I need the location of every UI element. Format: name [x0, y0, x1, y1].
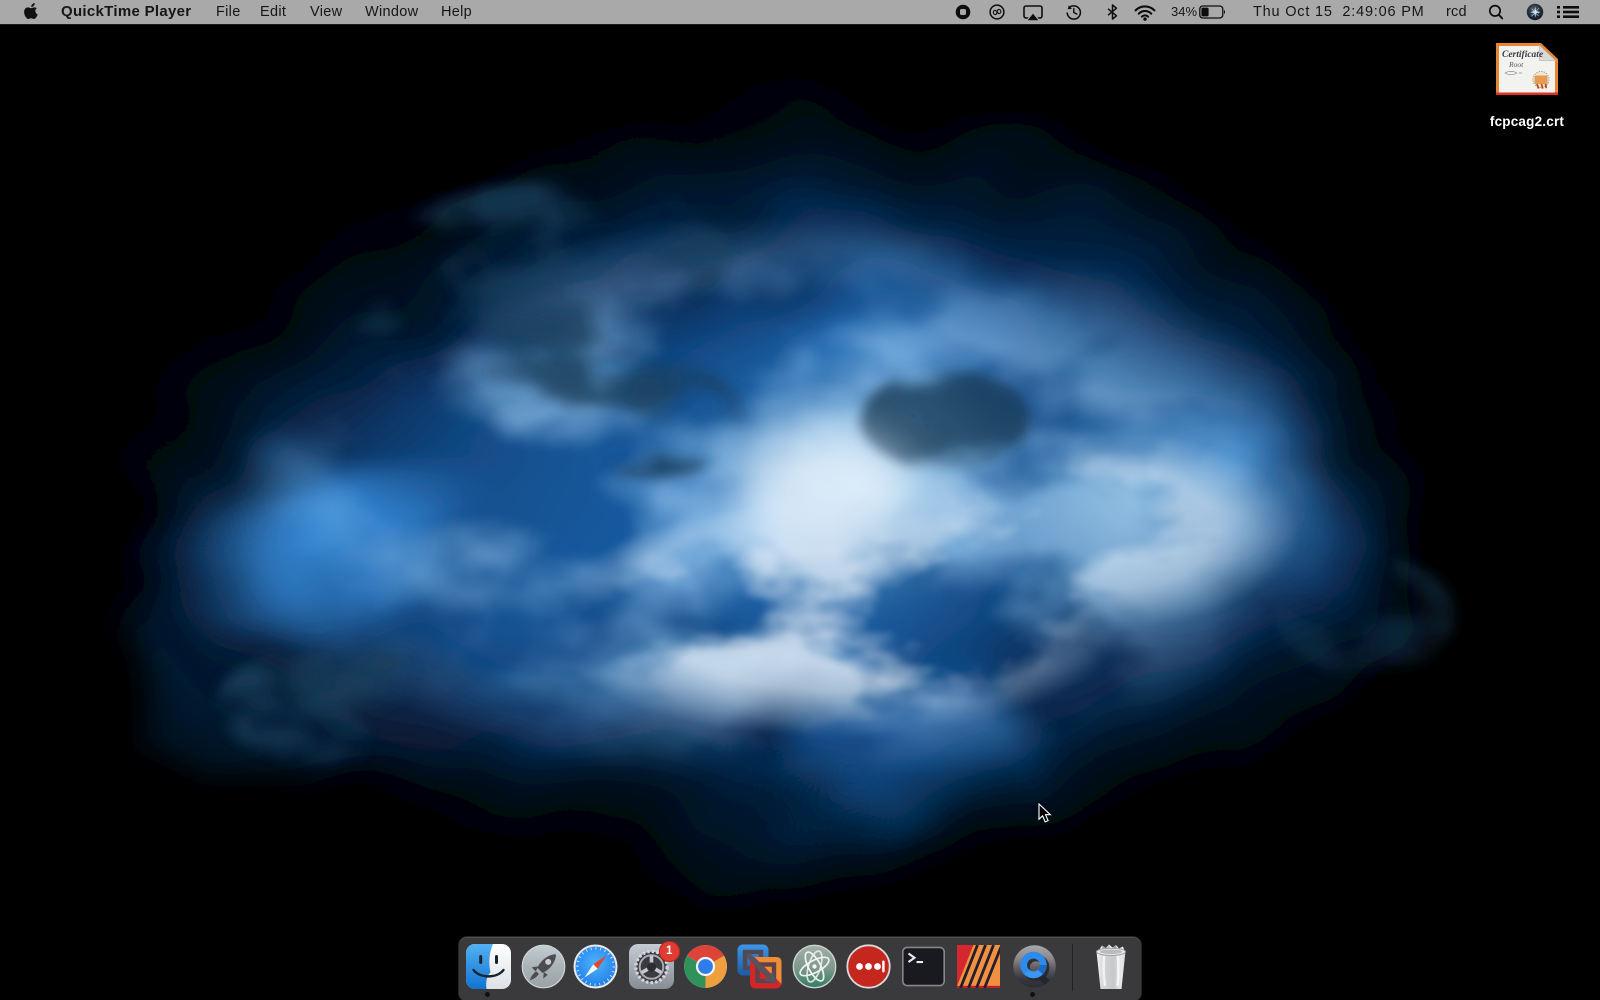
svg-text:Root: Root — [1508, 60, 1524, 69]
svg-text:Certificate: Certificate — [1502, 50, 1544, 60]
